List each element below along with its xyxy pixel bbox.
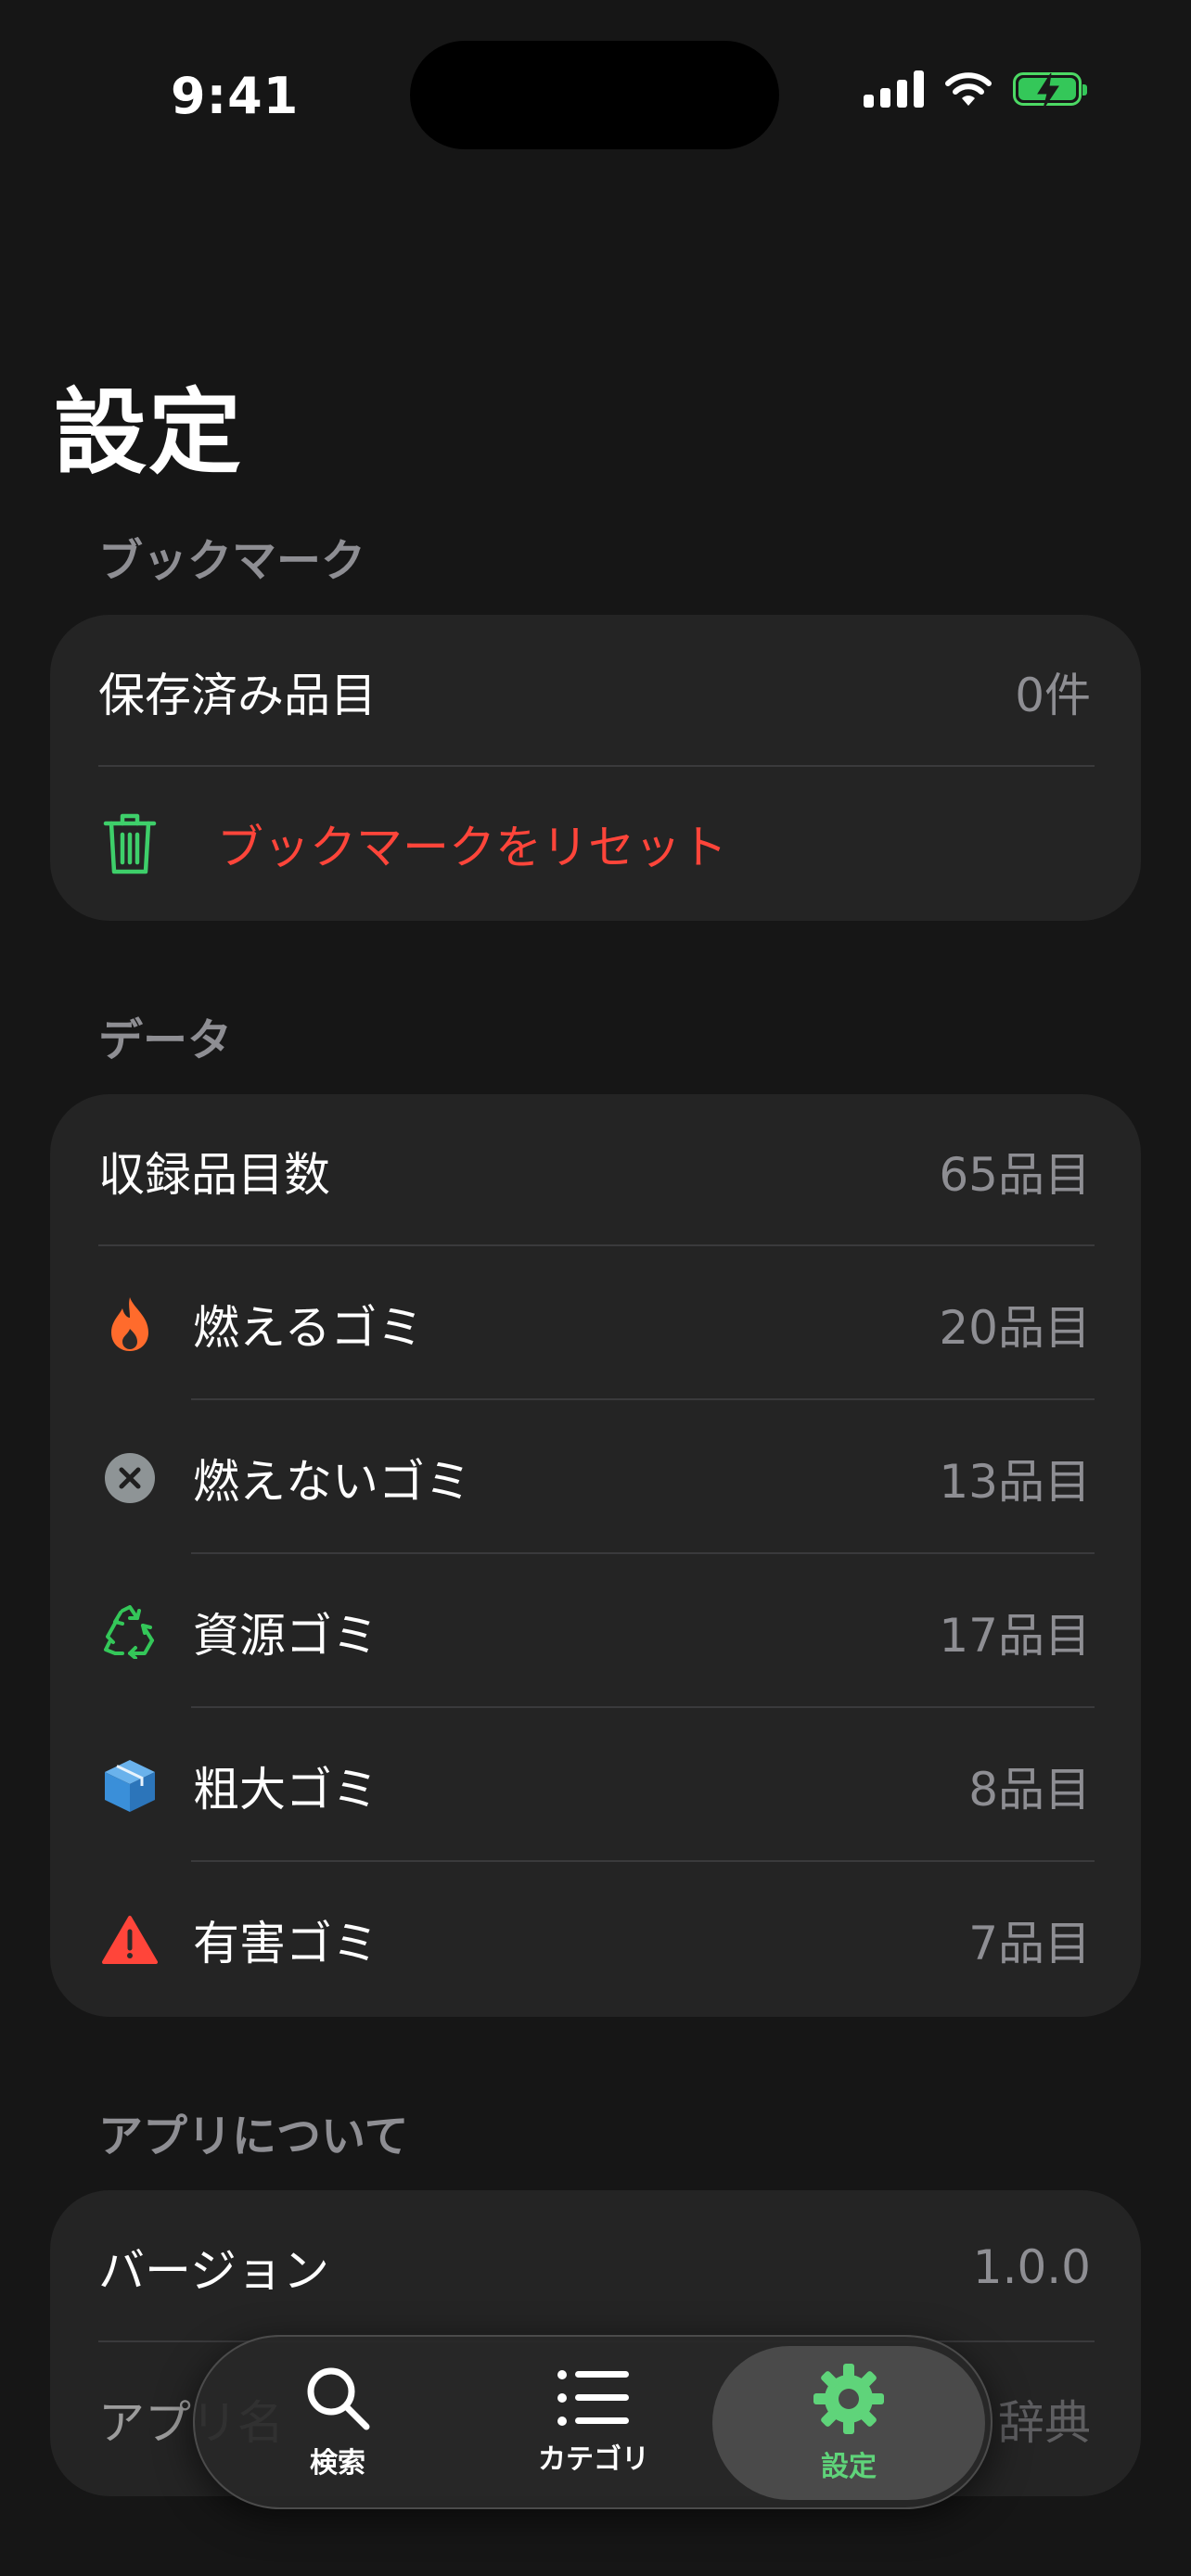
version-label: バージョン — [98, 2244, 329, 2298]
tab-label: カテゴリ — [538, 2443, 649, 2476]
divider — [191, 1552, 1095, 1554]
category-value: 17品目 — [939, 1609, 1091, 1663]
saved-items-label: 保存済み品目 — [98, 669, 377, 722]
app-name-value: 辞典 — [998, 2396, 1091, 2450]
category-row-non-burnable: 燃えないゴミ 13品目 — [50, 1401, 1141, 1555]
total-items-label: 収録品目数 — [98, 1148, 330, 1202]
total-items-row: 収録品目数 65品目 — [50, 1094, 1141, 1248]
recycle-icon — [100, 1602, 160, 1662]
section-header-about: アプリについて — [98, 2111, 409, 2162]
status-time: 9:41 — [171, 67, 300, 125]
category-value: 20品目 — [939, 1301, 1091, 1355]
category-value: 7品目 — [968, 1917, 1091, 1970]
divider — [191, 1706, 1095, 1708]
reset-bookmarks-button[interactable]: ブックマークをリセット — [50, 767, 1141, 921]
wifi-icon — [945, 72, 992, 106]
category-row-hazardous: 有害ゴミ 7品目 — [50, 1863, 1141, 2017]
trash-icon — [100, 813, 160, 874]
category-label: 燃えるゴミ — [193, 1301, 424, 1355]
page-title: 設定 — [54, 378, 243, 487]
x-circle-icon — [100, 1448, 160, 1508]
bookmark-card: 保存済み品目 0件 ブックマークをリセット — [50, 615, 1141, 921]
category-label: 有害ゴミ — [193, 1917, 378, 1970]
category-label: 燃えないゴミ — [193, 1455, 471, 1509]
category-value: 8品目 — [968, 1763, 1091, 1817]
category-row-burnable: 燃えるゴミ 20品目 — [50, 1247, 1141, 1401]
reset-bookmarks-label: ブックマークをリセット — [217, 821, 727, 874]
divider — [191, 1860, 1095, 1862]
tab-label: 設定 — [821, 2451, 877, 2483]
divider — [98, 1244, 1095, 1246]
tab-search[interactable]: 検索 — [217, 2337, 458, 2507]
total-items-value: 65品目 — [939, 1148, 1091, 1202]
tab-bar: 検索 カテゴリ 設定 — [193, 2335, 992, 2509]
section-header-data: データ — [98, 1014, 233, 1066]
tab-category[interactable]: カテゴリ — [473, 2337, 714, 2507]
category-row-recyclable: 資源ゴミ 17品目 — [50, 1555, 1141, 1709]
gear-icon — [813, 2364, 884, 2434]
version-row: バージョン 1.0.0 — [50, 2190, 1141, 2344]
category-label: 資源ゴミ — [193, 1609, 378, 1663]
section-header-bookmark: ブックマーク — [98, 535, 366, 587]
cellular-signal-icon — [864, 70, 924, 108]
dynamic-island — [410, 41, 779, 149]
flame-icon — [100, 1294, 160, 1354]
divider — [191, 1398, 1095, 1400]
tab-settings[interactable]: 設定 — [712, 2346, 985, 2500]
warning-icon — [100, 1910, 160, 1970]
battery-icon — [1013, 72, 1087, 109]
saved-items-row: 保存済み品目 0件 — [50, 615, 1141, 769]
version-value: 1.0.0 — [972, 2240, 1091, 2294]
status-icons — [864, 70, 1087, 109]
category-value: 13品目 — [939, 1455, 1091, 1509]
list-icon — [557, 2370, 629, 2426]
category-row-oversized: 粗大ゴミ 8品目 — [50, 1709, 1141, 1863]
saved-items-value: 0件 — [1015, 669, 1091, 722]
data-card: 収録品目数 65品目 燃えるゴミ 20品目 燃えないゴミ 13品目 資源ゴミ 1… — [50, 1094, 1141, 2017]
box-icon — [100, 1756, 160, 1816]
search-icon — [307, 2367, 370, 2430]
category-label: 粗大ゴミ — [193, 1763, 378, 1817]
tab-label: 検索 — [310, 2447, 365, 2480]
